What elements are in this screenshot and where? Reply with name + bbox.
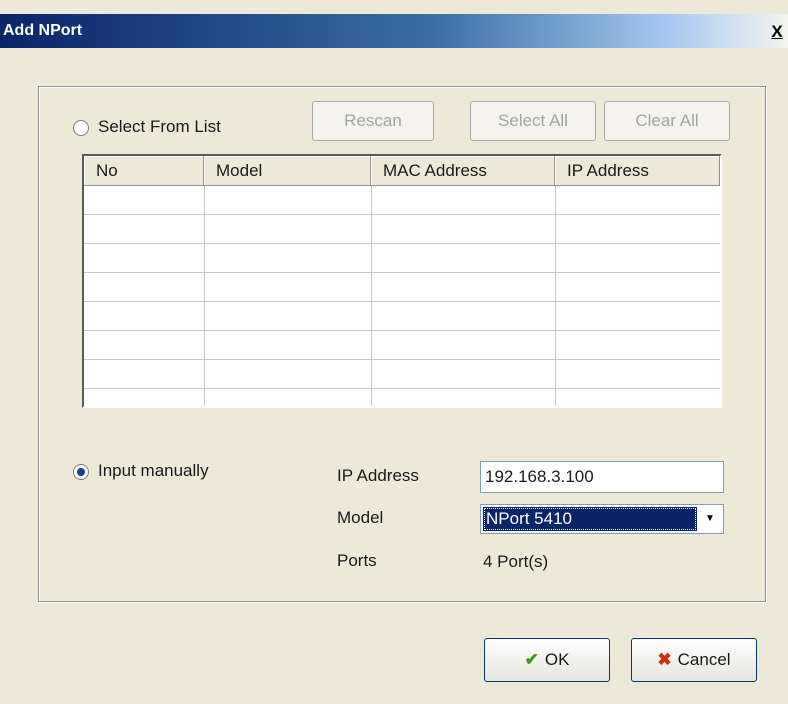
column-header-mac-address[interactable]: MAC Address — [371, 156, 555, 186]
model-label: Model — [337, 508, 384, 527]
table-row[interactable] — [84, 389, 720, 406]
checkmark-icon: ✔ — [524, 650, 539, 669]
table-row[interactable] — [84, 244, 720, 273]
ip-address-label: IP Address — [337, 466, 419, 485]
table-row[interactable] — [84, 273, 720, 302]
input-manually-label[interactable]: Input manually — [98, 461, 209, 481]
select-from-list-radio[interactable] — [73, 120, 89, 136]
rescan-button[interactable]: Rescan — [312, 101, 434, 141]
ports-label: Ports — [337, 551, 377, 570]
nport-list-table[interactable]: No Model MAC Address IP Address — [82, 154, 722, 408]
model-selected-value[interactable]: NPort 5410 — [483, 507, 697, 531]
column-header-model[interactable]: Model — [204, 156, 371, 186]
clear-all-button[interactable]: Clear All — [604, 101, 730, 141]
table-row[interactable] — [84, 331, 720, 360]
model-select[interactable]: NPort 5410 ▼ — [480, 504, 724, 534]
window-title: Add NPort — [3, 22, 83, 39]
ports-value: 4 Port(s) — [483, 552, 549, 571]
ip-address-input[interactable]: 192.168.3.100 — [480, 461, 724, 493]
column-divider — [555, 186, 556, 406]
cancel-button-label: Cancel — [677, 650, 731, 669]
chevron-down-icon[interactable]: ▼ — [699, 507, 721, 531]
ok-button-label: OK — [544, 650, 570, 669]
column-header-ip-address[interactable]: IP Address — [555, 156, 720, 186]
table-row[interactable] — [84, 302, 720, 331]
column-divider — [371, 186, 372, 406]
title-bar[interactable]: Add NPort X — [0, 14, 788, 48]
select-all-button[interactable]: Select All — [470, 101, 596, 141]
select-from-list-label[interactable]: Select From List — [98, 117, 221, 137]
input-manually-radio[interactable] — [73, 464, 89, 480]
ok-button[interactable]: ✔ OK — [484, 638, 610, 682]
column-header-no[interactable]: No — [84, 156, 204, 186]
close-button[interactable]: X — [766, 22, 788, 42]
add-nport-dialog: Add NPort X Select From List Rescan Sele… — [0, 0, 788, 704]
table-row[interactable] — [84, 215, 720, 244]
cancel-button[interactable]: ✖ Cancel — [631, 638, 757, 682]
table-header: No Model MAC Address IP Address — [84, 156, 720, 186]
column-divider — [204, 186, 205, 406]
table-row[interactable] — [84, 186, 720, 215]
table-row[interactable] — [84, 360, 720, 389]
x-icon: ✖ — [657, 650, 672, 669]
